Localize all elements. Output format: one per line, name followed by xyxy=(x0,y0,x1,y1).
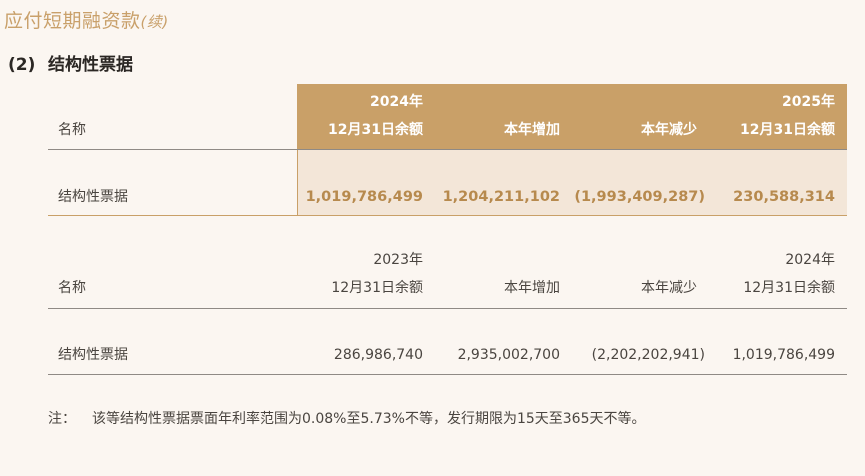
table-bottom-border xyxy=(48,374,847,375)
footnote-label: 注： xyxy=(48,411,76,427)
row-decrease: (2,202,202,941) xyxy=(591,347,705,363)
header-name: 名称 xyxy=(58,280,86,296)
header-opening-label: 12月31日余额 xyxy=(328,122,423,138)
footnote: 注： 该等结构性票据票面年利率范围为0.08%至5.73%不等，发行期限为15天至… xyxy=(48,408,645,428)
header-increase: 本年增加 xyxy=(504,280,560,296)
highlight-left-border xyxy=(297,150,298,215)
row-name: 结构性票据 xyxy=(58,189,128,205)
row-name: 结构性票据 xyxy=(58,347,128,363)
header-divider xyxy=(48,149,847,150)
header-decrease: 本年减少 xyxy=(641,122,697,138)
footnote-text: 该等结构性票据票面年利率范围为0.08%至5.73%不等，发行期限为15天至36… xyxy=(92,411,646,427)
header-opening-label: 12月31日余额 xyxy=(331,280,423,296)
table-bottom-border xyxy=(48,215,847,216)
header-name: 名称 xyxy=(58,122,86,138)
row-opening: 1,019,786,499 xyxy=(305,189,423,205)
page-title: 应付短期融资款(续) xyxy=(4,6,169,33)
header-closing-label: 12月31日余额 xyxy=(743,280,835,296)
page-title-continued: (续) xyxy=(140,13,169,31)
header-closing-label: 12月31日余额 xyxy=(740,122,835,138)
header-opening-year: 2023年 xyxy=(373,252,423,268)
row-closing: 230,588,314 xyxy=(733,189,835,205)
section-number: (2) xyxy=(8,55,36,75)
row-closing: 1,019,786,499 xyxy=(732,347,835,363)
section-title: 结构性票据 xyxy=(48,55,133,75)
header-opening-year: 2024年 xyxy=(370,94,423,110)
header-decrease: 本年减少 xyxy=(641,280,697,296)
row-opening: 286,986,740 xyxy=(333,347,423,363)
section-heading: (2) 结构性票据 xyxy=(8,50,133,75)
header-closing-year: 2025年 xyxy=(782,94,835,110)
header-divider xyxy=(48,308,847,309)
page-title-text: 应付短期融资款 xyxy=(4,10,141,32)
row-increase: 2,935,002,700 xyxy=(457,347,560,363)
header-increase: 本年增加 xyxy=(504,122,560,138)
header-closing-year: 2024年 xyxy=(785,252,835,268)
row-increase: 1,204,211,102 xyxy=(442,189,560,205)
row-decrease: (1,993,409,287) xyxy=(574,189,705,205)
